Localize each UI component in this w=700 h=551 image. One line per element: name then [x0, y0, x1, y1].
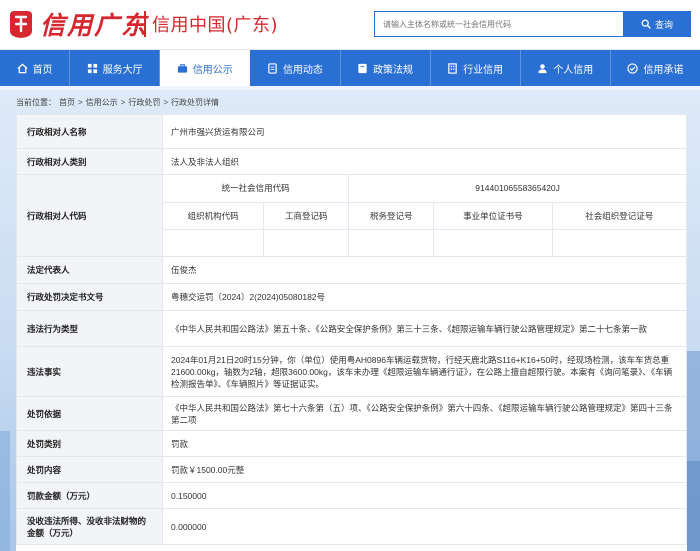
table-row: 违法行为类型 《中华人民共和国公路法》第五十条、《公路安全保护条例》第三十三条、… — [16, 310, 687, 347]
code-value — [263, 228, 350, 256]
field-value: 《中华人民共和国公路法》第五十条、《公路安全保护条例》第三十三条、《超限运输车辆… — [162, 310, 687, 347]
field-value: 法人及非法人组织 — [162, 148, 687, 175]
field-value: 伍俊杰 — [162, 256, 687, 284]
field-label: 处罚依据 — [16, 396, 163, 431]
field-label: 处罚类别 — [16, 430, 163, 457]
nav-item-home[interactable]: 首页 — [0, 50, 71, 86]
code-value — [551, 228, 686, 256]
breadcrumb-separator: > — [120, 97, 126, 107]
table-row: 没收违法所得、没收非法财物的金额（万元） 0.000000 — [16, 508, 687, 545]
search-button-label: 查询 — [654, 19, 673, 30]
breadcrumb-separator: > — [163, 97, 169, 107]
field-value: 2024年01月21日20时15分钟，你（单位）使用粤AH0896车辆运载货物，… — [162, 346, 687, 397]
code-grid-cell: 统一社会信用代码 91440106558365420J 组织机构代码 工商登记码… — [162, 174, 687, 257]
search-button[interactable]: 查询 — [623, 11, 691, 37]
nav-item-label: 服务大厅 — [102, 64, 143, 76]
table-row: 行政处罚决定书文号 粤穗交运罚〔2024〕2(2024)05080182号 — [16, 283, 687, 311]
uscc-value: 91440106558365420J — [348, 175, 686, 203]
nav-item-policies[interactable]: 政策法规 — [341, 50, 431, 86]
field-value: 0.000000 — [162, 508, 687, 545]
user-icon — [538, 63, 547, 73]
table-row: 统一社会信用代码 91440106558365420J — [163, 175, 686, 203]
home-icon — [17, 63, 28, 73]
document-icon — [268, 62, 277, 74]
table-row: 行政相对人代码 统一社会信用代码 91440106558365420J 组织机构… — [16, 174, 687, 257]
code-header: 社会组织登记证号 — [551, 201, 686, 230]
nav-item-label: 个人信用 — [553, 64, 594, 76]
breadcrumb: 当前位置： 首页 > 信用公示 > 行政处罚 > 行政处罚详情 — [16, 93, 686, 111]
field-value: 罚款￥1500.00元整 — [162, 456, 687, 483]
uscc-label: 统一社会信用代码 — [163, 175, 350, 203]
field-label: 行政相对人类别 — [16, 148, 163, 175]
field-label: 违法事实 — [16, 346, 163, 397]
nav-item-personal-credit[interactable]: 个人信用 — [521, 50, 611, 86]
nav-item-label: 信用动态 — [282, 64, 323, 76]
code-header: 事业单位证书号 — [433, 201, 553, 230]
breadcrumb-admin-penalty[interactable]: 行政处罚 — [128, 97, 160, 108]
field-label: 行政相对人代码 — [16, 174, 163, 257]
briefcase-icon — [177, 63, 187, 73]
logo-icon[interactable] — [6, 9, 36, 39]
field-value: 罚款 — [162, 430, 687, 457]
code-header: 组织机构代码 — [163, 201, 265, 230]
building-icon — [448, 62, 457, 74]
table-row: 处罚内容 罚款￥1500.00元整 — [16, 456, 687, 483]
field-value: 《中华人民共和国公路法》第七十六条第（五）项、《公路安全保护条例》第六十四条、《… — [162, 396, 687, 431]
penalty-detail-panel: 行政相对人名称 广州市强兴货运有限公司 行政相对人类别 法人及非法人组织 行政相… — [16, 114, 687, 551]
table-row: 行政相对人类别 法人及非法人组织 — [16, 148, 687, 175]
code-value — [348, 228, 435, 256]
nav-item-label: 首页 — [32, 64, 53, 76]
breadcrumb-credit-publicity[interactable]: 信用公示 — [86, 97, 118, 108]
site-title[interactable]: 信用中国(广东) — [152, 11, 278, 37]
code-value — [433, 228, 553, 256]
table-row — [163, 228, 686, 256]
table-row: 法定代表人 伍俊杰 — [16, 256, 687, 284]
table-row: 处罚类别 罚款 — [16, 430, 687, 457]
nav-item-credit-news[interactable]: 信用动态 — [250, 50, 341, 86]
nav-item-label: 行业信用 — [463, 64, 504, 76]
grid-icon — [87, 63, 97, 73]
breadcrumb-home[interactable]: 首页 — [59, 97, 75, 108]
breadcrumb-separator: > — [78, 97, 83, 107]
code-header: 工商登记码 — [263, 201, 350, 230]
site-header: 信用广东 信用中国(广东) 查询 — [0, 0, 700, 50]
field-value: 0.150000 — [162, 482, 687, 509]
table-row: 组织机构代码 工商登记码 税务登记号 事业单位证书号 社会组织登记证号 — [163, 201, 686, 230]
code-header: 税务登记号 — [348, 201, 435, 230]
breadcrumb-current: 行政处罚详情 — [171, 97, 220, 107]
table-row: 处罚依据 《中华人民共和国公路法》第七十六条第（五）项、《公路安全保护条例》第六… — [16, 396, 687, 431]
field-label: 罚款金额（万元） — [16, 482, 163, 509]
field-label: 法定代表人 — [16, 256, 163, 284]
book-icon — [358, 63, 367, 73]
logo-script-text[interactable]: 信用广东 — [40, 6, 148, 42]
nav-item-label: 信用承诺 — [643, 64, 684, 76]
field-label: 没收违法所得、没收非法财物的金额（万元） — [16, 508, 163, 545]
nav-item-industry-credit[interactable]: 行业信用 — [431, 50, 521, 86]
field-value: 广州市强兴货运有限公司 — [162, 114, 687, 149]
nav-item-service-hall[interactable]: 服务大厅 — [70, 50, 161, 86]
field-value: 粤穗交运罚〔2024〕2(2024)05080182号 — [162, 283, 687, 311]
field-label: 行政处罚决定书文号 — [16, 283, 163, 311]
nav-item-credit-commitment[interactable]: 信用承诺 — [611, 50, 700, 86]
table-row: 行政相对人名称 广州市强兴货运有限公司 — [16, 114, 687, 149]
background-building — [0, 431, 10, 551]
search-icon — [641, 19, 651, 29]
table-row: 违法事实 2024年01月21日20时15分钟，你（单位）使用粤AH0896车辆… — [16, 346, 687, 397]
field-label: 处罚内容 — [16, 456, 163, 483]
table-row: 罚款金额（万元） 0.150000 — [16, 482, 687, 509]
main-nav: 首页 服务大厅 信用公示 信用动态 政策法规 行业信用 个人信用 信用承诺 — [0, 50, 700, 86]
nav-item-credit-publicity[interactable]: 信用公示 — [160, 50, 251, 86]
nav-item-label: 政策法规 — [373, 64, 414, 76]
breadcrumb-prefix: 当前位置： — [16, 97, 56, 107]
handshake-icon — [627, 62, 639, 74]
penalty-detail-table: 行政相对人名称 广州市强兴货运有限公司 行政相对人类别 法人及非法人组织 行政相… — [16, 114, 687, 545]
logo-divider — [144, 11, 146, 37]
code-value — [163, 228, 265, 256]
search-input[interactable] — [374, 11, 624, 37]
field-label: 违法行为类型 — [16, 310, 163, 347]
code-grid: 统一社会信用代码 91440106558365420J 组织机构代码 工商登记码… — [163, 175, 686, 256]
field-label: 行政相对人名称 — [16, 114, 163, 149]
nav-item-label: 信用公示 — [192, 64, 233, 76]
